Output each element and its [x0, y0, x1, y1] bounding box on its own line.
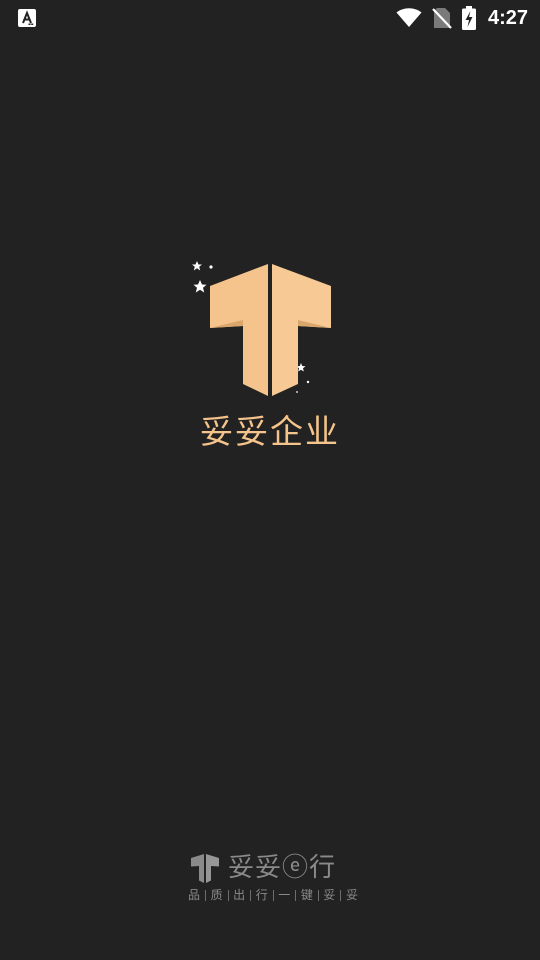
slogan-char: 出 [233, 888, 246, 902]
footer-brand: 妥妥ⓔ行 品 质 出 行 一 键 妥 妥 [0, 848, 540, 912]
slogan-divider [205, 889, 206, 901]
slogan-char: 妥 [345, 888, 358, 902]
splash-screen: 4:27 妥妥企业 妥妥ⓔ行 品 质 出 行 一 键 妥 妥 [0, 0, 540, 960]
status-bar: 4:27 [0, 0, 540, 36]
slogan-divider [340, 889, 341, 901]
slogan-char: 一 [278, 888, 291, 902]
t-logo-icon [192, 261, 331, 396]
splash-logo: 妥妥企业 [0, 252, 540, 462]
no-sim-icon [432, 8, 452, 29]
slogan-divider [227, 889, 229, 901]
footer-brand-row: 妥妥ⓔ行 [188, 848, 336, 888]
slogan-char: 键 [300, 888, 313, 902]
footer-brand-title: 妥妥ⓔ行 [228, 853, 337, 883]
t-logo-small-icon [191, 854, 219, 883]
wifi-icon [396, 8, 422, 27]
status-time: 4:27 [487, 7, 528, 29]
a-letter-icon [18, 9, 36, 27]
slogan-divider [317, 889, 319, 901]
slogan-char: 行 [255, 888, 268, 902]
slogan-divider [250, 889, 251, 901]
slogan-divider [272, 889, 274, 901]
slogan-char: 品 [188, 888, 201, 902]
battery-charging-icon [461, 6, 476, 30]
slogan: 品 质 出 行 一 键 妥 妥 [188, 886, 358, 904]
slogan-char: 妥 [323, 888, 336, 902]
status-icons: 4:27 [396, 4, 528, 32]
slogan-divider [295, 889, 296, 901]
slogan-char: 质 [210, 888, 223, 902]
app-name: 妥妥企业 [200, 412, 340, 451]
